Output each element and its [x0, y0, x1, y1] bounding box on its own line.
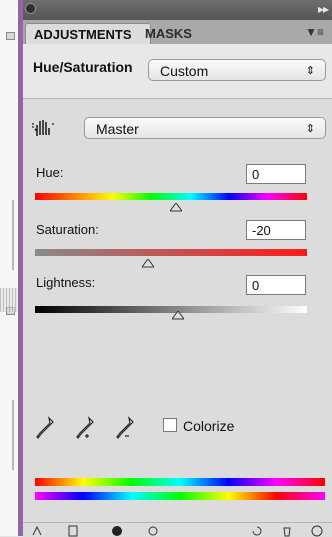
on-image-adjust-icon[interactable] [31, 116, 55, 140]
select-arrows-icon: ⇕ [305, 123, 315, 135]
hue-field[interactable]: 0 [246, 164, 306, 184]
tab-masks[interactable]: MASKS [137, 23, 200, 44]
panel-titlebar[interactable]: ▸▸ [23, 0, 332, 20]
return-icon[interactable] [31, 525, 43, 537]
help-icon[interactable] [311, 525, 323, 537]
clip-layer-icon[interactable] [67, 525, 79, 537]
preset-select[interactable]: Custom ⇕ [148, 59, 326, 81]
document-window-edge [0, 0, 19, 536]
hue-spectrum-bar [35, 193, 307, 200]
hue-slider-handle[interactable] [170, 203, 182, 212]
channel-value: Master [96, 121, 139, 137]
saturation-bar [35, 249, 307, 256]
preset-value: Custom [160, 63, 209, 79]
saturation-field[interactable]: -20 [246, 220, 306, 240]
hue-label: Hue: [36, 165, 64, 180]
eyedropper-subtract-icon[interactable] [115, 416, 135, 442]
collapse-icon[interactable]: ▸▸ [318, 2, 329, 16]
saturation-slider-handle[interactable] [142, 259, 154, 268]
scrollbar[interactable] [12, 200, 14, 270]
delete-icon[interactable] [281, 525, 293, 537]
output-color-spectrum [35, 492, 325, 500]
select-arrows-icon: ⇕ [305, 65, 315, 77]
eyedropper-icon[interactable] [35, 416, 55, 442]
tab-adjustments[interactable]: ADJUSTMENTS [25, 23, 151, 45]
scrollbar[interactable] [12, 400, 14, 470]
visibility-icon[interactable] [111, 525, 123, 537]
colorize-checkbox[interactable]: Colorize [163, 418, 234, 434]
input-color-spectrum [35, 478, 325, 486]
lightness-bar [35, 306, 307, 313]
adjustments-panel: ▸▸ ADJUSTMENTS MASKS ▼≡ Hue/Saturation C… [23, 0, 332, 537]
scroll-marker-icon [6, 32, 15, 40]
lightness-field[interactable]: 0 [246, 275, 306, 295]
reset-icon[interactable] [251, 525, 263, 537]
panel-menu-icon[interactable]: ▼≡ [305, 25, 324, 39]
adjustment-header: Hue/Saturation Custom ⇕ [23, 44, 332, 99]
colorize-label: Colorize [183, 418, 235, 434]
checkbox-icon[interactable] [163, 418, 177, 432]
close-icon[interactable] [25, 3, 36, 14]
saturation-label: Saturation: [36, 222, 99, 237]
view-previous-icon[interactable] [147, 525, 159, 537]
panel-footer [23, 522, 332, 537]
eyedropper-add-icon[interactable] [75, 416, 95, 442]
channel-select[interactable]: Master ⇕ [84, 117, 326, 139]
adjustment-title: Hue/Saturation [33, 59, 133, 75]
lightness-label: Lightness: [36, 275, 96, 290]
tab-bar: ADJUSTMENTS MASKS ▼≡ [23, 20, 332, 45]
lightness-slider-handle[interactable] [172, 311, 184, 320]
